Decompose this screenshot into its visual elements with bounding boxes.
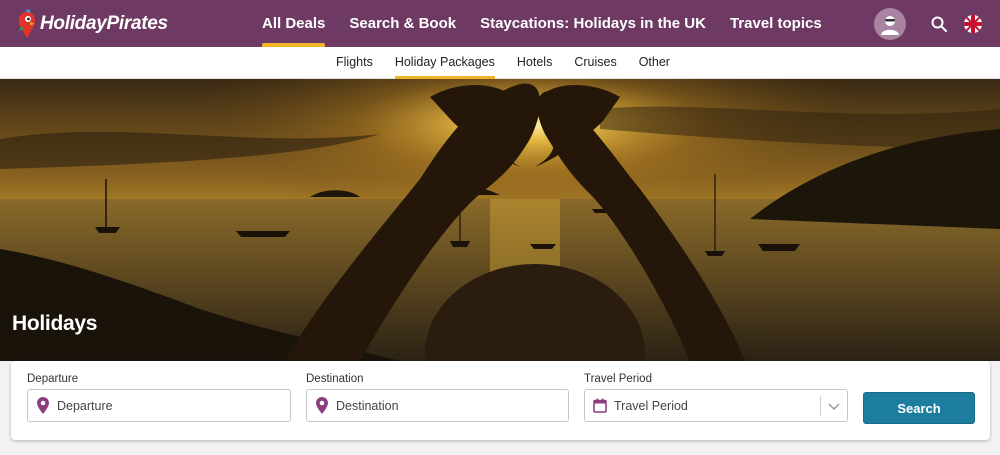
sunset-hero-image	[0, 79, 1000, 361]
user-avatar-icon[interactable]	[874, 7, 906, 40]
location-pin-icon	[315, 397, 329, 415]
main-nav-staycations[interactable]: Staycations: Holidays in the UK	[468, 0, 718, 47]
destination-label: Destination	[306, 373, 364, 385]
hero-banner: Holidays	[0, 79, 1000, 361]
top-right-actions	[874, 0, 982, 47]
select-divider	[820, 396, 821, 416]
uk-flag-icon[interactable]	[964, 14, 982, 33]
departure-label: Departure	[27, 373, 79, 385]
departure-input-box[interactable]	[27, 389, 291, 422]
destination-input[interactable]	[336, 398, 536, 413]
travel-period-label: Travel Period	[584, 373, 652, 385]
calendar-icon	[593, 397, 607, 415]
sub-nav-other[interactable]: Other	[628, 47, 681, 79]
departure-input[interactable]	[57, 398, 257, 413]
search-icon[interactable]	[920, 5, 958, 43]
travel-period-value: Travel Period	[614, 398, 688, 413]
location-pin-icon	[36, 397, 50, 415]
departure-field: Departure	[27, 373, 291, 422]
holidaypirates-logo[interactable]: HolidayPirates	[16, 8, 168, 40]
search-button[interactable]: Search	[863, 392, 975, 424]
brand-name: HolidayPirates	[40, 13, 168, 34]
page-title: Holidays	[12, 312, 98, 335]
top-bar: HolidayPirates All Deals Search & Book S…	[0, 0, 1000, 47]
main-nav-search-and-book[interactable]: Search & Book	[337, 0, 468, 47]
sub-nav-cruises[interactable]: Cruises	[563, 47, 627, 79]
destination-field: Destination	[306, 373, 569, 422]
main-nav: All Deals Search & Book Staycations: Hol…	[250, 0, 834, 47]
main-nav-travel-topics[interactable]: Travel topics	[718, 0, 834, 47]
chevron-down-icon[interactable]	[827, 399, 841, 413]
destination-input-box[interactable]	[306, 389, 569, 422]
sub-nav-hotels[interactable]: Hotels	[506, 47, 563, 79]
travel-period-select[interactable]: Travel Period	[584, 389, 848, 422]
sub-nav-holiday-packages[interactable]: Holiday Packages	[384, 47, 506, 79]
main-nav-all-deals[interactable]: All Deals	[250, 0, 337, 47]
search-panel: Departure Destination Travel Period Trav…	[11, 361, 990, 440]
parrot-logo-icon	[16, 9, 38, 39]
sub-nav-flights[interactable]: Flights	[325, 47, 384, 79]
sub-nav: Flights Holiday Packages Hotels Cruises …	[0, 47, 1000, 79]
travel-period-field: Travel Period Travel Period	[584, 373, 848, 422]
